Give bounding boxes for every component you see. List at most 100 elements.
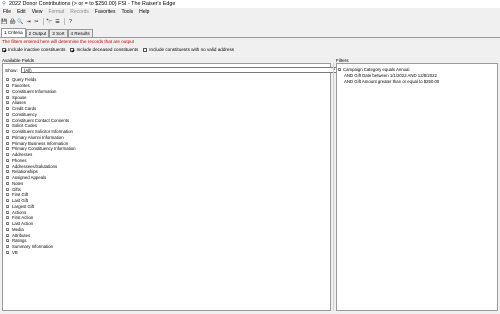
field-tree-item-label: Query Fields: [12, 77, 37, 83]
expand-icon[interactable]: +: [6, 84, 9, 88]
expand-icon[interactable]: +: [6, 158, 9, 162]
save-icon[interactable]: 💾: [1, 18, 8, 25]
filter-item[interactable]: AND Gift Amount greater than or equal to…: [338, 78, 496, 84]
expand-icon[interactable]: +: [6, 78, 9, 82]
option-checkbox-2[interactable]: Include deceased constituents: [70, 47, 138, 52]
expand-icon[interactable]: +: [6, 239, 9, 243]
field-tree-item-label: Primary Alumni Information: [12, 134, 64, 140]
tab-criteria[interactable]: 1 Criteria: [1, 28, 26, 37]
panel-splitter[interactable]: [333, 63, 334, 311]
field-tree-item-label: Constituent Contact Consents: [12, 117, 70, 123]
checkbox-icon[interactable]: [143, 47, 148, 52]
field-tree-item-label: Spouse: [12, 94, 27, 100]
option-label: Include inactive constituents: [8, 47, 66, 52]
find-icon[interactable]: ☰: [54, 18, 61, 25]
expand-icon[interactable]: +: [6, 199, 9, 203]
filter-item-label: Campaign Category equals Annual: [343, 66, 410, 72]
toolbar-separator: [64, 18, 65, 25]
include-options: Include inactive constituents Include dec…: [2, 47, 239, 52]
menu-records[interactable]: Records: [67, 9, 92, 15]
expand-icon[interactable]: +: [6, 193, 9, 197]
menu-file[interactable]: File: [0, 9, 14, 15]
tab-sort[interactable]: 3 Sort: [49, 29, 68, 37]
expand-icon[interactable]: +: [6, 147, 9, 151]
expand-icon[interactable]: +: [6, 101, 9, 105]
app-icon: ⚲: [2, 1, 6, 7]
expand-icon[interactable]: +: [6, 135, 9, 139]
binoculars-icon[interactable]: 🔭: [46, 18, 53, 25]
filter-tree: − Campaign Category equals Annual AND Gift…: [338, 66, 496, 84]
menu-bar: File Edit View Format Records Favorites Tools H…: [0, 8, 500, 16]
field-tree-item-label: Ratings: [12, 238, 27, 244]
expand-icon[interactable]: +: [6, 227, 9, 231]
menu-view[interactable]: View: [29, 9, 46, 15]
field-tree-item-label: Solicit Codes: [12, 123, 38, 129]
menu-edit[interactable]: Edit: [14, 9, 29, 15]
print-preview-icon[interactable]: 🔍: [17, 18, 24, 25]
menu-help[interactable]: Help: [136, 9, 152, 15]
expand-icon[interactable]: +: [6, 250, 9, 254]
expand-icon[interactable]: +: [6, 245, 9, 249]
expand-icon[interactable]: +: [6, 89, 9, 93]
checkbox-icon[interactable]: [2, 47, 6, 52]
option-checkbox-3[interactable]: Include constituents with no valid addre…: [143, 47, 234, 52]
field-tree-item-label: Last Gift: [12, 198, 29, 204]
menu-favorites[interactable]: Favorites: [92, 9, 119, 15]
field-tree-item-label: Constituent Solicitor Information: [12, 129, 73, 135]
expand-icon[interactable]: +: [6, 233, 9, 237]
expand-icon[interactable]: +: [6, 164, 9, 168]
cut-icon[interactable]: ✂: [33, 18, 40, 25]
toolbar-separator: [43, 18, 44, 25]
menu-tools[interactable]: Tools: [118, 9, 136, 15]
field-tree-item-label: Phones: [12, 157, 27, 163]
show-label: Show:: [5, 67, 18, 73]
expand-icon[interactable]: +: [6, 130, 9, 134]
expand-icon[interactable]: +: [6, 187, 9, 191]
expand-icon[interactable]: +: [6, 181, 9, 185]
export-icon[interactable]: ⇥: [25, 18, 32, 25]
option-label: Include constituents with no valid addre…: [149, 47, 235, 52]
show-filter-row: Show: (All) ▾: [5, 67, 338, 73]
toolbar: 💾 🖨 🔍 ⇥ ✂ 🔭 ☰?: [0, 16, 500, 27]
field-tree-item-label: Constituency: [12, 111, 37, 117]
option-checkbox-1[interactable]: Include inactive constituents: [2, 47, 65, 52]
show-select[interactable]: (All) ▾: [20, 67, 338, 73]
field-tree-item[interactable]: + VB: [6, 250, 326, 256]
tab-output[interactable]: 2 Output: [25, 29, 50, 37]
expand-icon[interactable]: +: [6, 153, 9, 157]
expand-icon[interactable]: +: [6, 118, 9, 122]
menu-format[interactable]: Format: [45, 9, 67, 15]
field-tree-item-label: Gifts: [12, 186, 21, 192]
expand-icon[interactable]: +: [6, 210, 9, 214]
expand-icon[interactable]: +: [6, 216, 9, 220]
checkbox-icon[interactable]: [70, 47, 75, 52]
expand-icon[interactable]: +: [6, 141, 9, 145]
filter-item-label: AND Gift Amount greater than or equal to…: [344, 78, 440, 84]
expand-icon[interactable]: +: [6, 204, 9, 208]
filter-warning: The filters entered here will determine …: [2, 39, 135, 44]
field-tree-item-label: Last Action: [12, 221, 34, 227]
field-tree-item-label: Notes: [12, 180, 24, 186]
window-title: 2022 Donor Contributions (> or = to $250…: [9, 1, 176, 7]
expand-icon[interactable]: +: [6, 95, 9, 99]
field-tree: + Query Fields + Favorites + Constituent Info…: [6, 77, 326, 255]
expand-icon[interactable]: +: [6, 124, 9, 128]
expand-icon[interactable]: +: [6, 170, 9, 174]
tab-results[interactable]: 4 Results: [67, 29, 93, 37]
help-icon[interactable]: ?: [67, 18, 74, 25]
field-tree-item-label: VB: [12, 249, 18, 255]
show-select-value: (All): [23, 67, 32, 73]
field-tree-item-label: Credit Cards: [12, 106, 37, 112]
filter-item-label: AND Gift Date between 1/1/2022 AND 12/8/…: [344, 72, 437, 78]
field-tree-item-label: Assigned Appeals: [12, 175, 47, 181]
field-tree-item-label: Summary Information: [12, 244, 54, 250]
expand-icon[interactable]: +: [6, 222, 9, 226]
field-tree-item-label: Addressees/Salutations: [12, 163, 58, 169]
expand-icon[interactable]: +: [6, 107, 9, 111]
field-tree-item-label: Attributes: [12, 232, 31, 238]
expand-icon[interactable]: +: [6, 176, 9, 180]
field-tree-item-label: Favorites: [12, 83, 30, 89]
collapse-icon[interactable]: −: [338, 67, 341, 71]
expand-icon[interactable]: +: [6, 112, 9, 116]
print-icon[interactable]: 🖨: [9, 18, 16, 25]
